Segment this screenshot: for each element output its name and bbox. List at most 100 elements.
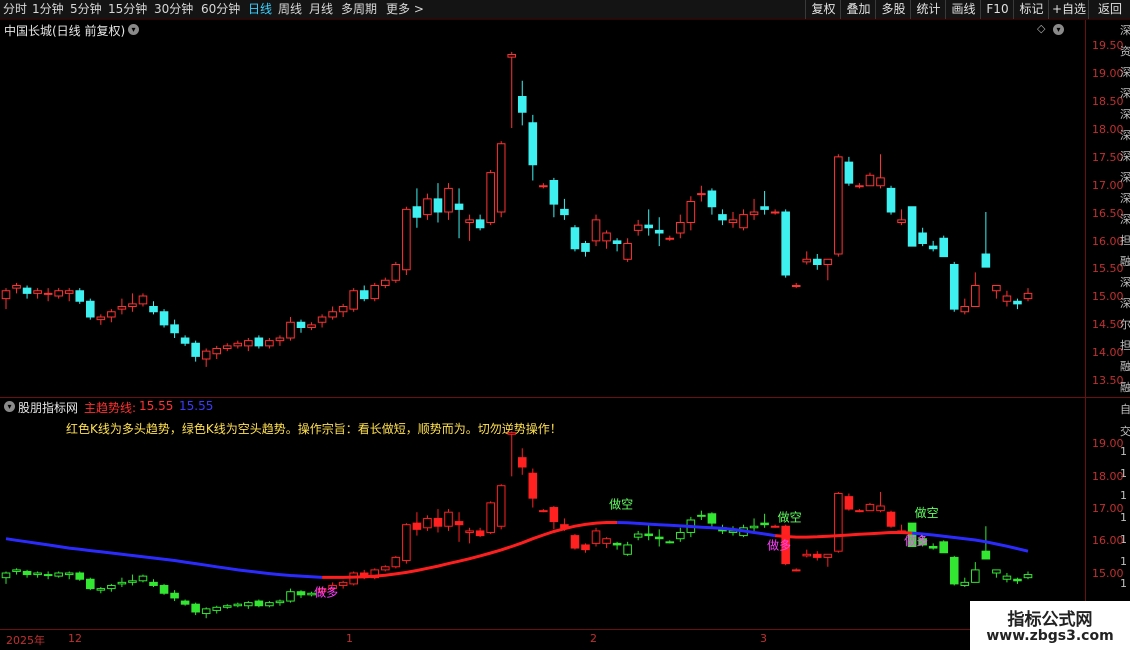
signal-label: 做空 (609, 496, 633, 511)
ind-candle (254, 600, 264, 607)
ind-candle (402, 524, 411, 562)
price-candle (728, 219, 738, 223)
ind-candle (981, 550, 991, 560)
ind-candle (992, 569, 1001, 574)
back-button[interactable]: 返回 (1088, 0, 1130, 19)
ind-y-tick: 17.00 (1092, 502, 1124, 515)
price-candle (96, 316, 106, 321)
price-candle (64, 290, 74, 294)
price-candle (328, 311, 337, 318)
watermark: 指标公式网 www.zbgs3.com (970, 601, 1130, 650)
ind-candle (949, 556, 959, 585)
price-candle (844, 161, 854, 184)
price-candle (812, 258, 822, 265)
ind-candle (633, 533, 643, 538)
ind-candle (855, 510, 864, 513)
ind-candle (1013, 578, 1022, 582)
price-candle (296, 321, 306, 328)
right-edge-char: 深 (1120, 192, 1130, 205)
price-candle (359, 290, 369, 300)
price-candle (907, 206, 917, 247)
ind-candle (612, 542, 622, 546)
y-tick: 15.50 (1092, 262, 1124, 275)
ind-candle (939, 541, 949, 554)
price-candle (233, 342, 243, 347)
x-label-year: 2025年 (6, 634, 45, 647)
ind-candle (33, 572, 42, 576)
right-edge-char: 深 (1120, 297, 1130, 310)
price-candle (381, 279, 390, 286)
candlestick-chart[interactable]: 做多 做空做多 做空做多 做空 (0, 0, 1085, 630)
price-candle (865, 174, 875, 187)
signal-label: 做多 (904, 533, 928, 548)
right-edge-char: 深 (1120, 129, 1130, 142)
price-candle (159, 311, 169, 326)
price-candle (823, 258, 833, 265)
ind-candle (928, 546, 938, 549)
ind-candle (760, 522, 769, 526)
ind-candle (591, 530, 601, 544)
price-candle (254, 337, 264, 347)
price-candle (12, 285, 21, 289)
price-candle (749, 211, 759, 216)
ind-candle (654, 536, 664, 540)
right-edge-char: 深 (1120, 108, 1130, 121)
ind-candle (528, 472, 538, 499)
price-candle (517, 96, 527, 113)
price-candle (85, 300, 95, 318)
price-candle (581, 243, 590, 252)
price-candle (1002, 295, 1012, 302)
price-candle (1023, 292, 1033, 300)
ind-candle (812, 553, 822, 558)
ind-candle (1, 572, 11, 579)
y-tick: 19.00 (1092, 67, 1124, 80)
right-edge-char: 1 (1120, 489, 1127, 502)
price-candle (918, 232, 927, 244)
price-candle (275, 337, 285, 342)
ind-y-tick: 19.00 (1092, 437, 1124, 450)
x-label-feb: 2 (590, 632, 597, 645)
ind-candle (465, 530, 474, 533)
x-label-dec: 12 (68, 632, 82, 645)
price-candle (128, 303, 137, 307)
ind-candle (212, 606, 222, 611)
right-edge-char: 担 (1120, 234, 1130, 247)
price-candle (1013, 300, 1022, 305)
ind-candle (960, 581, 970, 586)
price-candle (138, 295, 148, 305)
ind-y-tick: 15.00 (1092, 567, 1124, 580)
price-candle (191, 342, 200, 357)
ind-candle (191, 603, 200, 613)
ind-candle (549, 507, 559, 523)
ind-candle (834, 493, 843, 552)
ind-candle (265, 602, 274, 607)
ind-candle (454, 521, 464, 526)
ind-candle (412, 522, 422, 530)
ind-candle (117, 581, 127, 585)
price-candle (75, 290, 85, 302)
price-candle (602, 232, 611, 242)
x-label-mar: 3 (760, 632, 767, 645)
price-candle (591, 219, 601, 242)
ind-candle (886, 511, 896, 527)
price-candle (391, 264, 401, 281)
price-candle (570, 227, 580, 250)
price-candle (834, 156, 843, 255)
signal-label: 做空 (778, 510, 802, 525)
ind-candle (107, 584, 116, 590)
price-candle (465, 219, 474, 223)
ind-candle (286, 591, 295, 602)
price-candle (338, 306, 348, 313)
y-tick: 16.50 (1092, 207, 1124, 220)
ind-candle (676, 531, 685, 540)
right-edge-char: 融 (1120, 360, 1130, 373)
price-candle (644, 224, 653, 229)
price-candle (971, 285, 980, 307)
ind-candle (665, 541, 675, 544)
ind-candle (865, 503, 875, 512)
price-candle (149, 306, 158, 313)
ind-candle (475, 530, 485, 537)
price-candle (244, 340, 253, 347)
ind-candle (149, 581, 158, 586)
ind-candle (233, 603, 243, 607)
